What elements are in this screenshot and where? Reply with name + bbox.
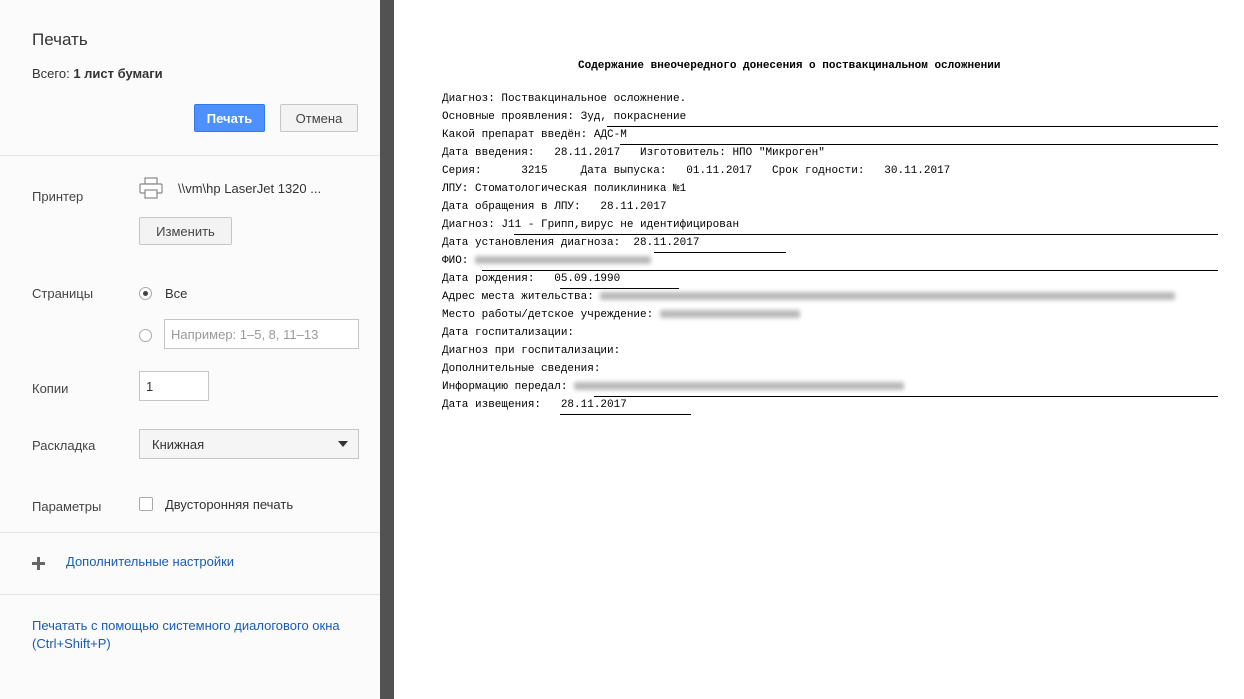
underline: [482, 270, 1218, 271]
change-printer-button[interactable]: Изменить: [139, 217, 232, 245]
system-dialog-link[interactable]: Печатать с помощью системного диалоговог…: [32, 617, 352, 653]
doc-line: ЛПУ: Стоматологическая поликлиника №1: [442, 183, 687, 195]
printer-name: \\vm\hp LaserJet 1320 ...: [178, 181, 322, 196]
doc-line: Дата установления диагноза: 28.11.2017: [442, 237, 700, 249]
divider: [0, 594, 380, 595]
redacted-text: [475, 256, 652, 265]
print-preview: Содержание внеочередного донесения о пос…: [394, 0, 1244, 699]
doc-line: Диагноз: Поствакцинальное осложнение.: [442, 93, 687, 105]
redacted-text: [600, 292, 1176, 301]
doc-line: Дата введения: 28.11.2017 Изготовитель: …: [442, 147, 825, 159]
more-settings-link[interactable]: Дополнительные настройки: [66, 554, 234, 569]
sheet-count: Всего: 1 лист бумаги: [32, 66, 163, 81]
underline: [514, 234, 1218, 235]
sheet-count-value: 1 лист бумаги: [73, 66, 163, 81]
doc-line: Место работы/детское учреждение:: [442, 309, 800, 325]
print-settings-panel: Печать Всего: 1 лист бумаги Печать Отмен…: [0, 0, 380, 699]
doc-label: ФИО:: [442, 255, 469, 267]
underline: [594, 396, 1218, 397]
doc-line: Основные проявления: Зуд, покраснение: [442, 111, 687, 123]
doc-line: Дата рождения: 05.09.1990: [442, 273, 621, 285]
copies-input[interactable]: 1: [139, 371, 209, 401]
underline: [607, 126, 1218, 127]
doc-label: Информацию передал:: [442, 381, 568, 393]
pages-range-input[interactable]: Например: 1–5, 8, 11–13: [164, 319, 359, 349]
divider: [0, 532, 380, 533]
cancel-button[interactable]: Отмена: [280, 104, 358, 132]
printer-icon: [139, 177, 163, 199]
pages-label: Страницы: [32, 286, 94, 301]
doc-line: Серия: 3215 Дата выпуска: 01.11.2017 Сро…: [442, 165, 951, 177]
underline: [654, 252, 786, 253]
doc-line: Диагноз: J11 - Грипп,вирус не идентифици…: [442, 219, 740, 231]
doc-line: Дата извещения: 28.11.2017: [442, 399, 627, 411]
doc-line: ФИО:: [442, 255, 652, 271]
divider: [0, 155, 380, 156]
layout-select-value: Книжная: [152, 436, 205, 452]
pages-custom-radio[interactable]: [139, 329, 152, 342]
plus-icon: [32, 557, 45, 570]
doc-line: Диагноз при госпитализации:: [442, 345, 621, 357]
copies-label: Копии: [32, 381, 69, 396]
layout-select[interactable]: Книжная: [139, 429, 359, 459]
duplex-checkbox[interactable]: [139, 497, 153, 511]
doc-line: Дата госпитализации:: [442, 327, 575, 339]
doc-label: Адрес места жительства:: [442, 291, 594, 303]
panel-divider: [380, 0, 394, 699]
sheet-count-label: Всего:: [32, 66, 70, 81]
redacted-text: [659, 310, 800, 319]
duplex-label: Двусторонняя печать: [165, 497, 294, 512]
chevron-down-icon: [338, 441, 348, 447]
document-title: Содержание внеочередного донесения о пос…: [578, 60, 1001, 72]
doc-line: Какой препарат введён: АДС-М: [442, 129, 627, 141]
doc-line: Адрес места жительства:: [442, 291, 1176, 307]
underline: [560, 414, 691, 415]
pages-all-radio[interactable]: [139, 287, 152, 300]
redacted-text: [574, 382, 905, 391]
underline: [620, 144, 1218, 145]
layout-label: Раскладка: [32, 438, 96, 453]
doc-line: Информацию передал:: [442, 381, 905, 397]
params-label: Параметры: [32, 499, 102, 514]
doc-line: Дата обращения в ЛПУ: 28.11.2017: [442, 201, 667, 213]
printer-label: Принтер: [32, 189, 84, 204]
underline: [560, 288, 679, 289]
print-button[interactable]: Печать: [194, 104, 265, 132]
page-title: Печать: [32, 30, 88, 49]
pages-all-label: Все: [165, 286, 188, 301]
doc-line: Дополнительные сведения:: [442, 363, 601, 375]
doc-label: Место работы/детское учреждение:: [442, 309, 654, 321]
